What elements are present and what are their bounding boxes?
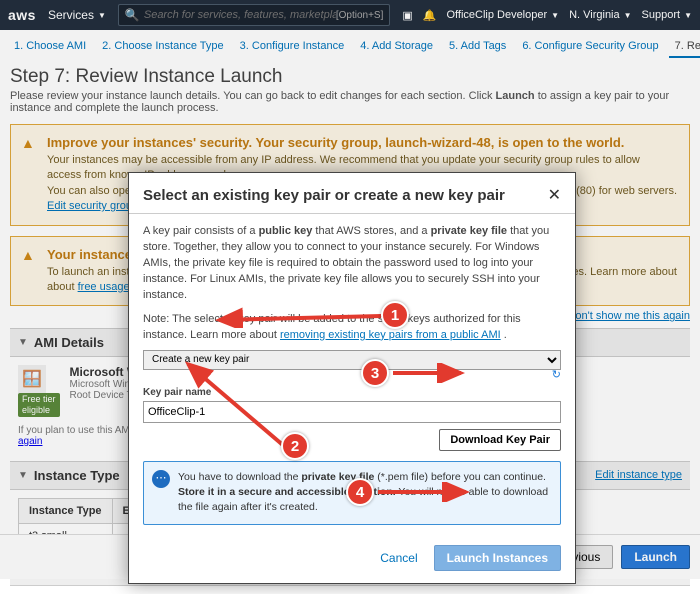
- annotation-2: 2: [281, 432, 309, 460]
- download-keypair-button[interactable]: Download Key Pair: [439, 429, 561, 451]
- keypair-modal: Select an existing key pair or create a …: [128, 172, 576, 584]
- modal-cancel-link[interactable]: Cancel: [374, 551, 423, 565]
- refresh-icon[interactable]: ↻: [143, 368, 561, 384]
- annotation-3: 3: [361, 359, 389, 387]
- annotation-4: 4: [346, 478, 374, 506]
- keypair-name-input[interactable]: [143, 401, 561, 423]
- keypair-name-label: Key pair name: [143, 386, 561, 401]
- launch-instances-button[interactable]: Launch Instances: [434, 545, 561, 571]
- annotation-1: 1: [381, 301, 409, 329]
- info-icon: ⋯: [152, 470, 170, 488]
- remove-keypairs-link[interactable]: removing existing key pairs from a publi…: [280, 329, 501, 341]
- close-icon[interactable]: ✕: [548, 185, 561, 205]
- keypair-action-select[interactable]: Create a new key pair: [143, 350, 561, 370]
- modal-title: Select an existing key pair or create a …: [143, 187, 505, 204]
